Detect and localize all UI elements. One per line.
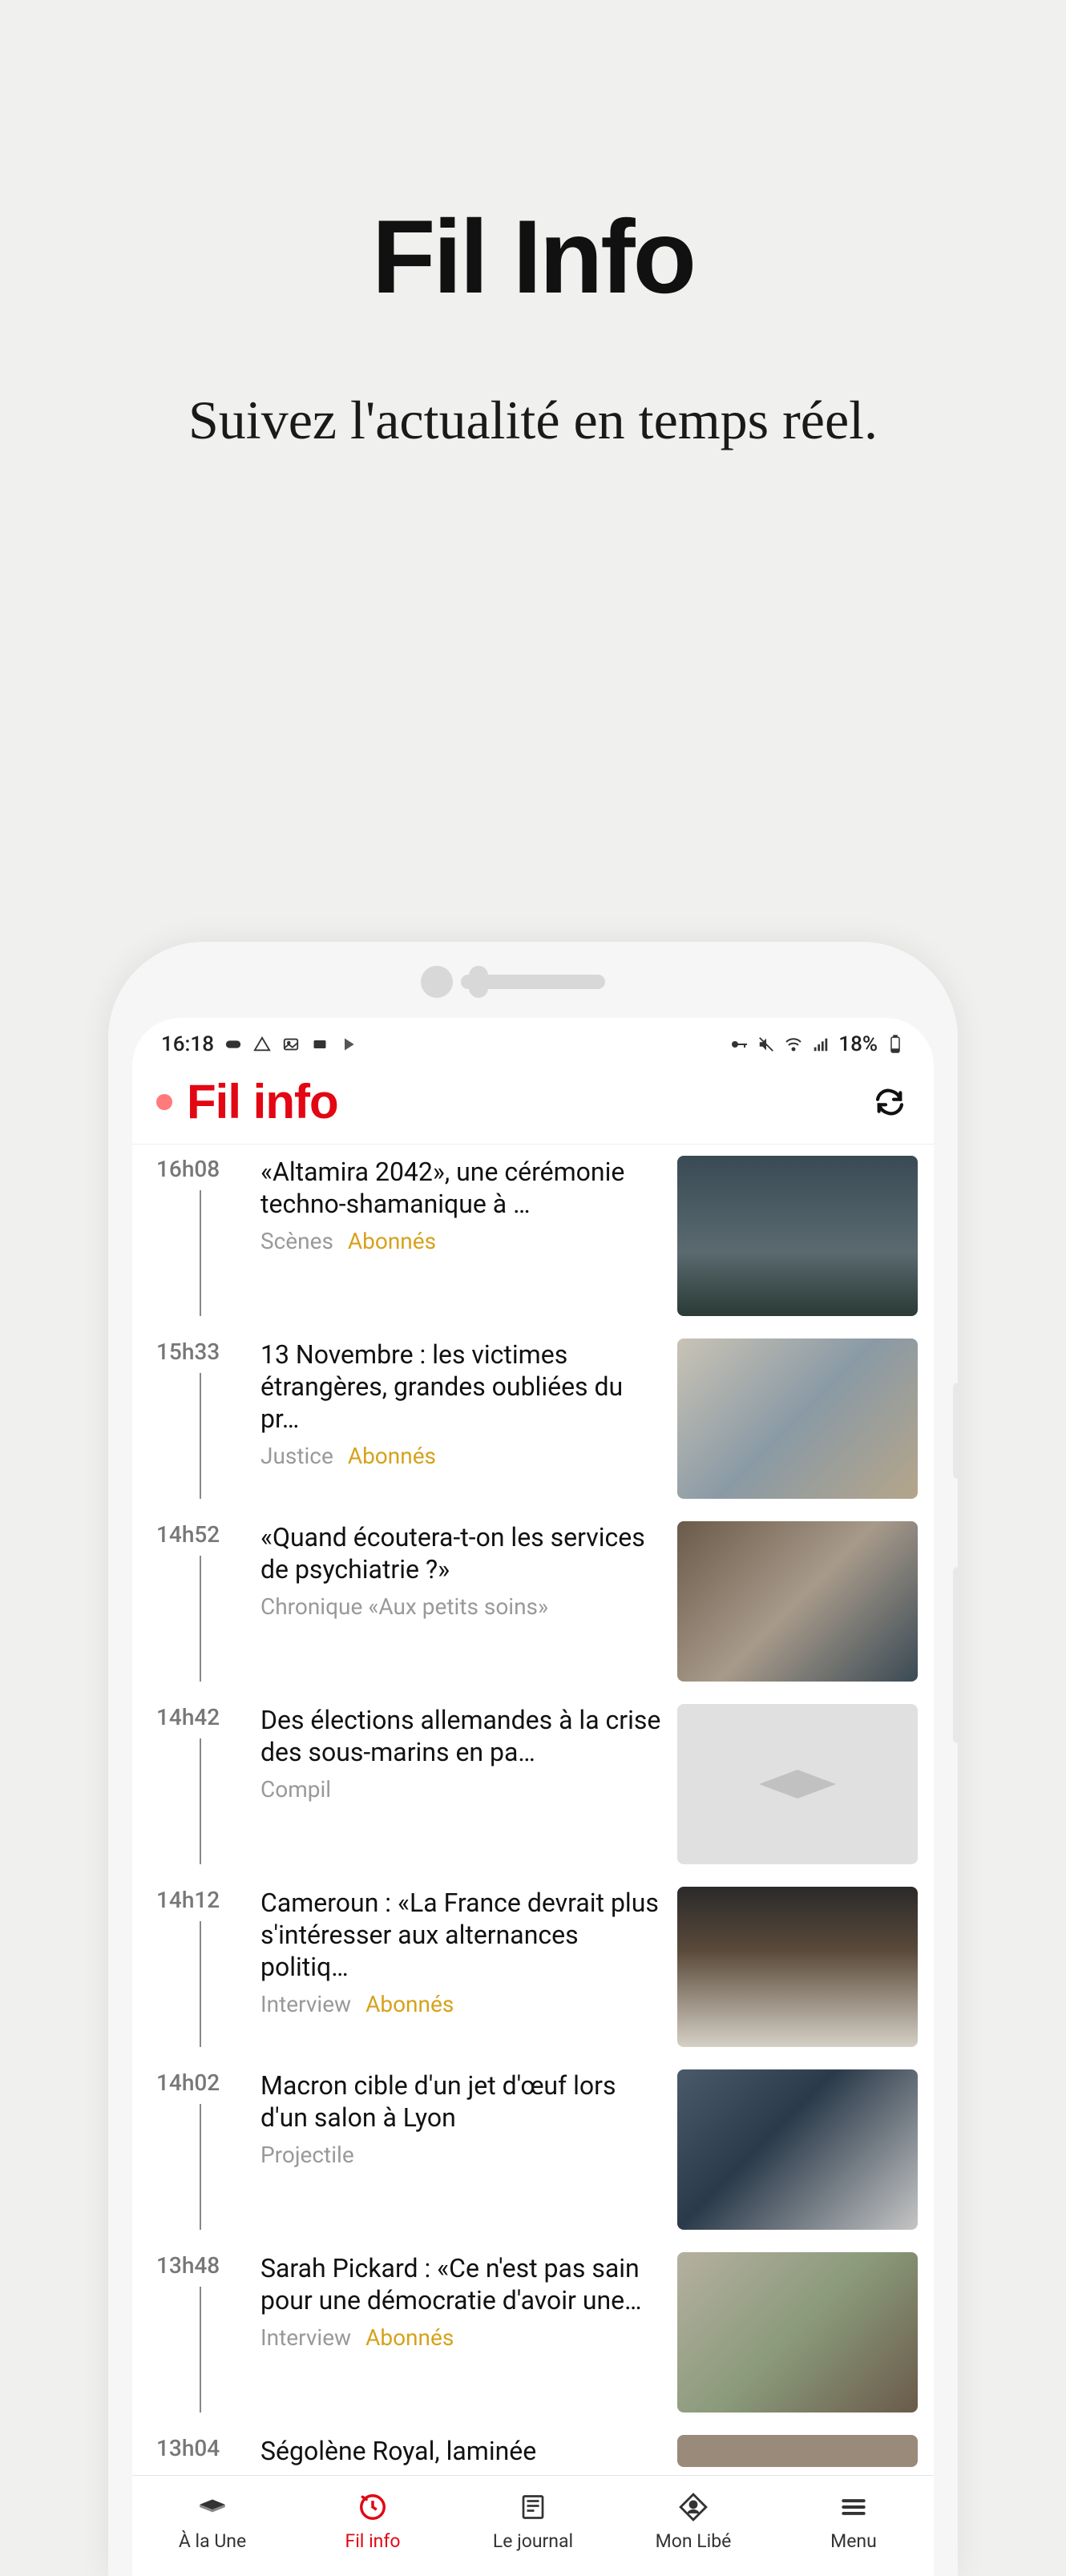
feed-thumbnail [677,2069,918,2230]
status-battery-percent: 18% [838,1032,878,1056]
wifi-icon [784,1035,803,1054]
news-feed[interactable]: 16h08 «Altamira 2042», une cérémonie tech… [132,1145,934,2475]
feed-time: 14h02 [156,2069,220,2096]
bottom-nav: À la Une Fil info Le journal Mon Libé Menu [132,2475,934,2576]
nav-menu[interactable]: Menu [773,2490,934,2552]
timeline-line [200,1738,201,1864]
feed-time: 14h42 [156,1704,220,1730]
timeline-line [200,2287,201,2412]
subscriber-badge: Abonnés [348,1228,436,1254]
nav-fil-info-icon [356,2490,390,2524]
hero-title: Fil Info [0,196,1066,317]
feed-category: Interview [260,1991,351,2017]
feed-category: Justice [260,1443,333,1469]
feed-headline: Sarah Pickard : «Ce n'est pas sain pour … [260,2252,661,2316]
feed-category: Chronique «Aux petits soins» [260,1593,548,1620]
feed-thumbnail [677,1156,918,1316]
nav-label: Mon Libé [656,2530,732,2552]
nav-journal-icon [516,2490,550,2524]
nav-label: Menu [830,2530,877,2552]
nav-label: Fil info [345,2530,400,2552]
nav-label: À la Une [179,2530,246,2552]
triangle-icon [252,1035,272,1054]
subscriber-badge: Abonnés [365,1991,454,2017]
feed-category: Projectile [260,2142,354,2168]
nav-home-icon [196,2490,229,2524]
news-icon [310,1035,329,1054]
feed-item[interactable]: 14h02 Macron cible d'un jet d'œuf lors d'… [132,2058,934,2241]
feed-headline: «Altamira 2042», une cérémonie techno-sh… [260,1156,661,1220]
timeline-line [200,2104,201,2230]
feed-time: 14h52 [156,1521,220,1548]
feed-item[interactable]: 15h33 13 Novembre : les victimes étrangèr… [132,1327,934,1510]
feed-time: 13h48 [156,2252,220,2279]
nav-label: Le journal [493,2530,573,2552]
phone-frame: 16:18 [108,942,958,2576]
feed-headline: Des élections allemandes à la crise des … [260,1704,661,1768]
status-bar: 16:18 [132,1018,934,1064]
feed-category: Interview [260,2324,351,2351]
feed-time: 14h12 [156,1887,220,1913]
live-dot-icon [156,1094,172,1110]
feed-time: 13h04 [156,2435,220,2461]
play-icon [339,1035,358,1054]
refresh-button[interactable] [870,1082,910,1122]
feed-time: 16h08 [156,1156,220,1182]
feed-item[interactable]: 13h48 Sarah Pickard : «Ce n'est pas sain … [132,2241,934,2424]
phone-camera [421,966,453,998]
feed-thumbnail [677,1887,918,2047]
phone-side-button [953,1383,958,1479]
mute-icon [757,1035,776,1054]
timeline-line [200,1556,201,1682]
feed-thumbnail [677,1521,918,1682]
feed-headline: Macron cible d'un jet d'œuf lors d'un sa… [260,2069,661,2134]
feed-headline: Cameroun : «La France devrait plus s'int… [260,1887,661,1983]
nav-mon-libe-icon [676,2490,710,2524]
feed-item[interactable]: 16h08 «Altamira 2042», une cérémonie tech… [132,1145,934,1327]
feed-category: Compil [260,1776,331,1803]
timeline-line [200,1921,201,2047]
app-title: Fil info [187,1074,870,1129]
nav-journal[interactable]: Le journal [453,2490,613,2552]
phone-speaker [461,975,605,989]
phone-screen: 16:18 [132,1018,934,2576]
feed-category: Scènes [260,1228,333,1254]
image-icon [281,1035,301,1054]
signal-icon [811,1035,830,1054]
timeline-line [200,1190,201,1316]
hero-subtitle: Suivez l'actualité en temps réel. [0,389,1066,451]
feed-thumbnail [677,1704,918,1864]
feed-headline: 13 Novembre : les victimes étrangères, g… [260,1338,661,1435]
feed-thumbnail [677,2435,918,2467]
feed-time: 15h33 [156,1338,220,1365]
feed-thumbnail [677,1338,918,1499]
battery-icon [886,1035,905,1054]
nav-mon-libe[interactable]: Mon Libé [613,2490,773,2552]
vpn-key-icon [729,1035,749,1054]
status-time: 16:18 [161,1032,214,1056]
subscriber-badge: Abonnés [348,1443,436,1469]
vr-icon [224,1035,243,1054]
feed-item[interactable]: 14h42 Des élections allemandes à la crise… [132,1693,934,1875]
feed-item[interactable]: 14h12 Cameroun : «La France devrait plus … [132,1875,934,2058]
timeline-line [200,1373,201,1499]
feed-headline: Ségolène Royal, laminée [260,2435,661,2467]
nav-menu-icon [837,2490,870,2524]
subscriber-badge: Abonnés [365,2324,454,2351]
app-header: Fil info [132,1064,934,1145]
nav-fil-info[interactable]: Fil info [293,2490,453,2552]
feed-item[interactable]: 14h52 «Quand écoutera-t-on les services d… [132,1510,934,1693]
feed-item[interactable]: 13h04 Ségolène Royal, laminée [132,2424,934,2475]
feed-thumbnail [677,2252,918,2412]
phone-side-button [953,1567,958,1743]
nav-home[interactable]: À la Une [132,2490,293,2552]
feed-headline: «Quand écoutera-t-on les services de psy… [260,1521,661,1585]
